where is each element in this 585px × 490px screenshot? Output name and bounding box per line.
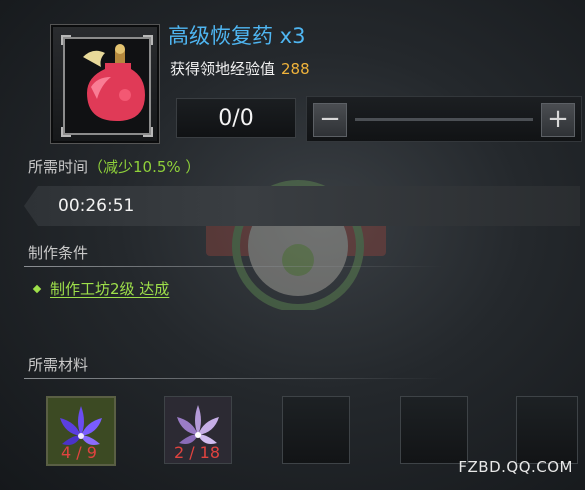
exp-reward: 获得领地经验值 288 [170,58,310,79]
material-count-1: 4 / 9 [61,443,97,462]
frame-corner [143,35,153,45]
conditions-label: 制作条件 [28,244,89,262]
bullet-icon [32,284,42,293]
site-watermark-text: FZBD.QQ.COM [458,458,573,476]
exp-label: 获得领地经验值 [170,60,276,78]
time-reduction: （减少10.5% ） [88,158,201,176]
condition-text: 制作工坊2级 达成 [50,280,170,298]
item-title: 高级恢复药 x3 [168,24,306,48]
frame-corner [143,127,153,137]
crafting-panel: 高级恢复药 x3 获得领地经验值 288 0/0 − + 所需时间（减少10.5%… [0,0,585,490]
material-slot-4[interactable] [400,396,468,464]
material-slot-5[interactable] [516,396,578,464]
frame-corner [61,35,71,45]
material-slot-3[interactable] [282,396,350,464]
quantity-slider[interactable]: − + [306,96,582,142]
slider-line [355,118,533,121]
increase-button[interactable]: + [541,103,575,137]
time-label: 所需时间 [28,158,89,176]
item-icon-frame[interactable] [50,24,160,144]
materials-label: 所需材料 [28,356,89,374]
conditions-divider [24,266,444,267]
materials-divider [24,378,444,379]
quantity-display: 0/0 [176,98,296,138]
time-section-label: 所需时间（减少10.5% ） [28,156,200,177]
condition-item[interactable]: 制作工坊2级 达成 [32,278,170,299]
exp-value: 288 [281,60,310,78]
decrease-button[interactable]: − [313,103,347,137]
time-value: 00:26:51 [58,196,135,216]
material-count-2: 2 / 18 [173,443,221,462]
potion-icon [83,44,145,121]
item-icon-slot [61,35,153,137]
frame-corner [61,127,71,137]
